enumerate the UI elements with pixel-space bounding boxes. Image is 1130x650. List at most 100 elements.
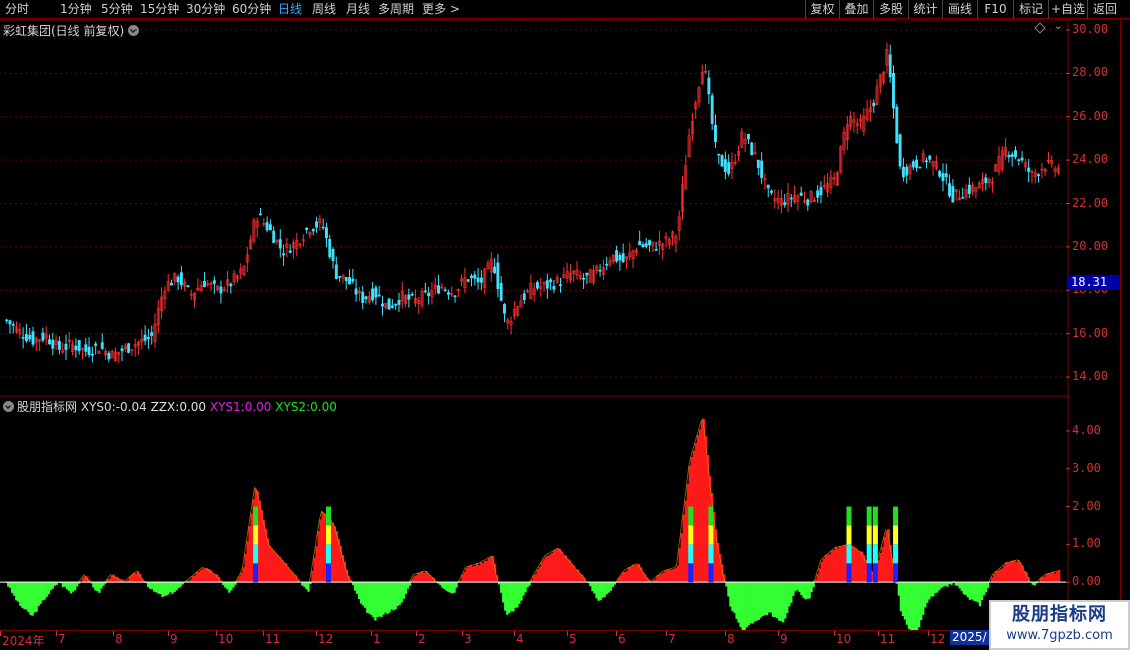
- ind-bar-474: [966, 582, 970, 598]
- signal-block-0-0: [253, 563, 259, 583]
- ind-bar-177: [364, 582, 367, 608]
- ind-bar-449: [915, 582, 919, 630]
- indicator-tick-2: 2.00: [1072, 498, 1101, 513]
- ind-bar-203: [416, 572, 420, 583]
- ind-bar-134: [276, 555, 280, 583]
- period-tab-8[interactable]: 月线: [346, 2, 370, 17]
- candle-body-116: [387, 298, 391, 310]
- ind-bar-401: [818, 568, 821, 583]
- ind-bar-458: [934, 582, 937, 594]
- ind-bar-356: [727, 582, 730, 597]
- period-tab-9[interactable]: 多周期: [378, 2, 414, 17]
- ind-bar-237: [485, 560, 489, 583]
- candle-body-236: [783, 202, 787, 206]
- ind-bar-161: [331, 522, 334, 583]
- ind-bar-514: [1047, 573, 1051, 583]
- toolbar-button-2[interactable]: 多股: [873, 0, 908, 19]
- toolbar-button-7[interactable]: +自选: [1048, 0, 1087, 19]
- candle-body-219: [727, 162, 731, 175]
- candle-body-101: [338, 276, 342, 278]
- ind-bar-404: [824, 555, 827, 583]
- ind-bar-511: [1041, 576, 1045, 583]
- ind-bar-382: [780, 582, 783, 622]
- indicator-chart[interactable]: [0, 397, 1070, 630]
- ind-bar-119: [246, 540, 249, 583]
- ind-bar-147: [303, 582, 306, 587]
- date-label-7: 1: [373, 632, 381, 646]
- ind-bar-480: [978, 582, 982, 607]
- toolbar-button-5[interactable]: F10: [977, 0, 1013, 19]
- candle-body-150: [499, 282, 503, 301]
- period-tab-10[interactable]: 更多 >: [422, 2, 460, 17]
- candle-body-231: [766, 184, 770, 189]
- signal-block-5-2: [866, 525, 872, 545]
- toolbar-button-8[interactable]: 返回: [1087, 0, 1122, 19]
- ind-bar-82: [171, 582, 174, 594]
- ind-bar-28: [61, 582, 65, 587]
- ind-bar-397: [810, 582, 813, 593]
- candle-body-26: [90, 354, 94, 356]
- ind-bar-183: [376, 582, 379, 617]
- ind-bar-102: [211, 573, 215, 583]
- ind-bar-457: [932, 582, 935, 597]
- ind-bar-118: [244, 554, 247, 583]
- ind-bar-481: [980, 582, 984, 601]
- ind-bar-513: [1045, 573, 1049, 583]
- ind-bar-232: [475, 562, 479, 583]
- candle-body-53: [179, 272, 183, 286]
- top-toolbar: 分时 1分钟 5分钟 15分钟 30分钟 60分钟 日线 周线 月线 多周期 更多 > 复权 叠加 多股统…: [0, 0, 1130, 19]
- right-sidebar-strip: [1120, 20, 1130, 630]
- ind-bar-86: [179, 582, 182, 587]
- period-tab-5[interactable]: 60分钟: [232, 2, 271, 17]
- ind-bar-15: [35, 582, 38, 612]
- ind-bar-325: [664, 570, 667, 583]
- candle-body-6: [24, 334, 28, 342]
- price-chart[interactable]: [0, 20, 1070, 397]
- ind-bar-383: [782, 582, 785, 623]
- ind-bar-389: [794, 582, 797, 592]
- ind-bar-233: [477, 565, 481, 583]
- toolbar-button-3[interactable]: 统计: [908, 0, 942, 19]
- candle-body-218: [723, 159, 727, 173]
- signal-block-7-2: [893, 525, 899, 545]
- candle-body-275: [911, 161, 915, 168]
- ind-bar-196: [402, 582, 405, 599]
- period-tab-3[interactable]: 15分钟: [140, 2, 179, 17]
- ind-bar-499: [1017, 560, 1020, 583]
- candle-body-226: [750, 142, 754, 156]
- ind-bar-268: [548, 554, 552, 583]
- candle-body-109: [364, 296, 368, 300]
- candle-body-195: [648, 240, 651, 246]
- toolbar-button-1[interactable]: 叠加: [839, 0, 873, 19]
- ind-bar-71: [149, 582, 152, 589]
- ind-bar-361: [737, 582, 740, 623]
- candle-body-225: [746, 134, 750, 140]
- toolbar-button-6[interactable]: 标记: [1013, 0, 1048, 19]
- ind-bar-359: [733, 582, 736, 613]
- period-tab-4[interactable]: 30分钟: [186, 2, 225, 17]
- ind-bar-109: [226, 582, 229, 590]
- toolbar-button-0[interactable]: 复权: [805, 0, 839, 19]
- ind-bar-202: [414, 575, 418, 583]
- ind-bar-7: [19, 582, 22, 606]
- date-label-11: 5: [569, 632, 577, 646]
- ind-bar-75: [157, 582, 160, 594]
- ind-bar-372: [759, 582, 763, 618]
- signal-block-1-3: [326, 506, 331, 526]
- period-tab-6[interactable]: 日线: [278, 2, 302, 17]
- price-tick-4: 22.00: [1072, 195, 1109, 210]
- period-tab-0[interactable]: 分时: [5, 2, 29, 17]
- period-tab-1[interactable]: 1分钟: [60, 2, 92, 17]
- toolbar-button-4[interactable]: 画线: [942, 0, 977, 19]
- ind-bar-175: [360, 582, 363, 604]
- ind-bar-140: [289, 569, 292, 583]
- period-tab-7[interactable]: 周线: [312, 2, 336, 17]
- ind-bar-277: [566, 558, 570, 583]
- period-tab-2[interactable]: 5分钟: [101, 2, 133, 17]
- ind-bar-444: [905, 582, 909, 625]
- candle-body-65: [219, 286, 223, 294]
- candle-body-83: [278, 239, 282, 249]
- signal-block-6-0: [872, 563, 878, 583]
- ind-bar-272: [556, 548, 560, 583]
- signal-block-1-1: [326, 544, 331, 564]
